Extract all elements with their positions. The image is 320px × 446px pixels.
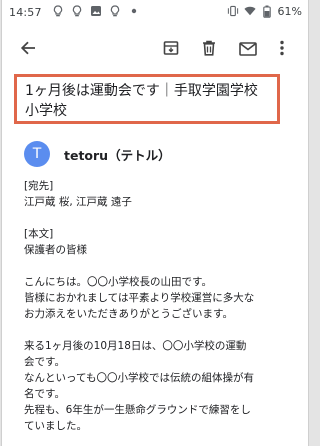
body-line: 先程も、6年生が一生懸命グラウンドで練習をし	[24, 404, 251, 416]
delete-button[interactable]	[195, 36, 223, 64]
bulb-icon	[52, 4, 64, 18]
body-line: なんといっても〇〇小学校では伝統の組体操が有	[24, 372, 254, 384]
avatar[interactable]: T	[24, 141, 50, 167]
system-icons: 61%	[227, 4, 302, 18]
vibrate-icon	[227, 4, 239, 18]
body-line: 保護者の皆様	[24, 244, 87, 256]
archive-button[interactable]	[157, 36, 185, 64]
email-screen: 14:57 61% 1ヶ月後は運動会です｜手取学園学校 小学校 T tetoru…	[1, 0, 309, 446]
subject-line-1: 1ヶ月後は運動会です｜手取学園学校	[25, 83, 258, 99]
more-vert-icon	[280, 40, 284, 60]
body-line: 名です。	[24, 388, 65, 400]
mark-unread-button[interactable]	[234, 36, 262, 64]
sender-name: tetoru（テトル）	[64, 147, 171, 163]
body-line: 江戸蔵 桜, 江戸蔵 遠子	[24, 196, 132, 208]
battery-level: 61%	[277, 4, 302, 18]
photo-icon	[90, 4, 102, 18]
body-line: お力添えをいただきありがとうございます。	[24, 308, 233, 320]
status-bar: 14:57 61%	[2, 0, 308, 26]
notification-icons	[52, 4, 140, 18]
archive-icon	[163, 40, 179, 60]
battery-icon	[261, 4, 273, 18]
bulb-icon	[71, 4, 83, 18]
body-line: [本文]	[24, 228, 54, 240]
wifi-icon	[243, 4, 256, 18]
body-line: 来る1ヶ月後の10月18日は、〇〇小学校の運動	[24, 340, 247, 352]
body-line: ていました。	[24, 420, 87, 432]
email-subject: 1ヶ月後は運動会です｜手取学園学校 小学校	[14, 74, 280, 124]
back-arrow-icon	[20, 40, 36, 60]
body-line: 皆様におかれましては平素より学校運営に多大な	[24, 292, 255, 304]
dot-icon	[128, 4, 140, 18]
more-options-button[interactable]	[268, 36, 296, 64]
status-time: 14:57	[9, 6, 42, 19]
email-body: [宛先] 江戸蔵 桜, 江戸蔵 遠子 [本文] 保護者の皆様こんにちは。〇〇小学校長の…	[24, 178, 294, 434]
bulb-icon	[109, 4, 121, 18]
body-line: こんにちは。〇〇小学校長の山田です。	[24, 276, 212, 288]
sender-row[interactable]: T tetoru（テトル）	[24, 140, 171, 168]
body-line: 会です。	[24, 356, 65, 368]
body-line: [宛先]	[24, 180, 54, 192]
email-toolbar	[2, 30, 308, 70]
back-button[interactable]	[14, 36, 42, 64]
mail-icon	[239, 41, 257, 60]
delete-icon	[202, 40, 216, 60]
subject-line-2: 小学校	[25, 103, 67, 119]
